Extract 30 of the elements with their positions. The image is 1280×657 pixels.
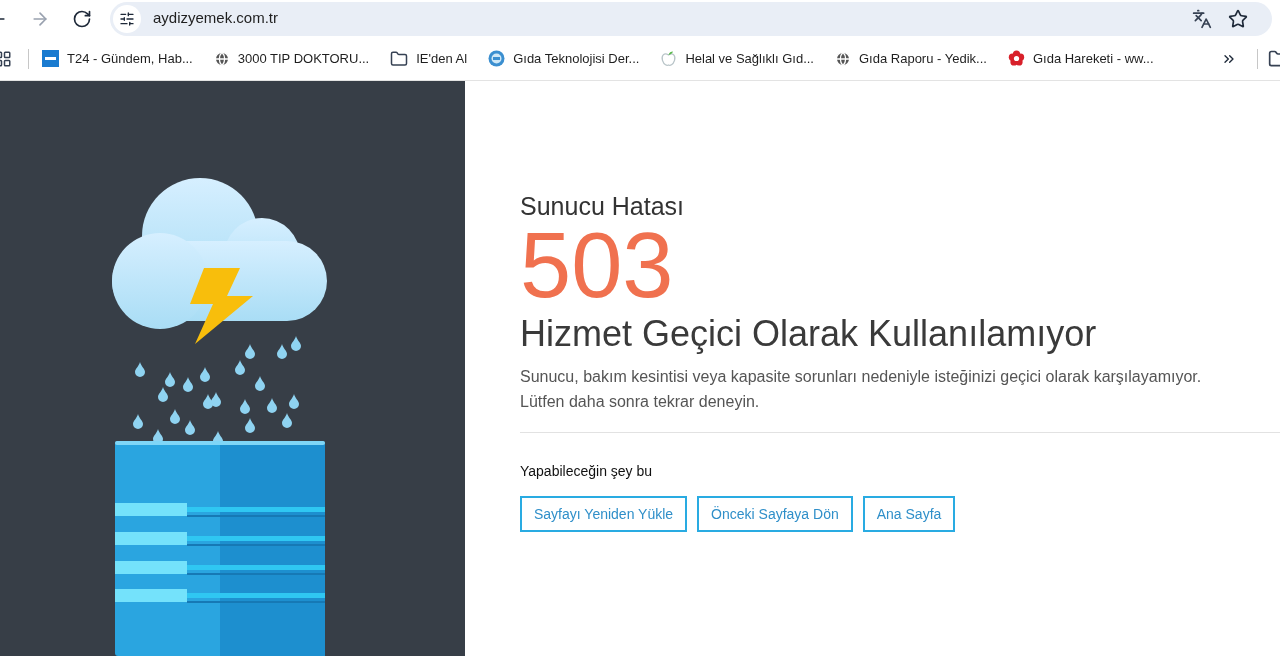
translate-icon[interactable]	[1192, 8, 1212, 29]
bookmark-item[interactable]: Gıda Raporu - Yedik...	[835, 48, 987, 69]
globe-icon	[835, 50, 851, 67]
error-code: 503	[520, 219, 674, 311]
apple-outline-icon	[660, 50, 678, 67]
flower-icon	[1007, 50, 1025, 67]
error-hint: Lütfen daha sonra tekrar deneyin.	[520, 392, 761, 412]
action-button[interactable]: Ana Sayfa	[862, 496, 956, 532]
bookmark-item[interactable]: IE'den Al	[390, 48, 468, 69]
action-button[interactable]: Sayfayı Yeniden Yükle	[520, 496, 688, 532]
action-button[interactable]: Önceki Sayfaya Dön	[697, 496, 853, 532]
address-bar[interactable]: aydizyemek.com.tr	[110, 1, 1272, 36]
bookmark-item[interactable]: Gıda Teknolojisi Der...	[488, 48, 640, 69]
reload-icon[interactable]	[72, 8, 92, 29]
round-badge-icon	[488, 50, 506, 67]
actions-label: Yapabileceğin şey bu	[520, 462, 654, 481]
bookmark-item[interactable]: Helal ve Sağlıklı Gıd...	[660, 48, 814, 69]
apps-grid-icon[interactable]	[0, 49, 12, 68]
globe-icon	[213, 50, 230, 67]
bookmark-item[interactable]: T24 - Gündem, Hab...	[42, 48, 193, 69]
error-title: Hizmet Geçici Olarak Kullanılamıyor	[520, 312, 1098, 356]
t24-logo-icon	[42, 50, 59, 67]
bookmark-item[interactable]: 3000 TIP DOKTORU...	[213, 48, 370, 69]
url-text: aydizyemek.com.tr	[153, 8, 279, 29]
bookmark-item[interactable]: Gıda Hareketi - ww...	[1007, 48, 1154, 69]
site-settings-icon[interactable]	[113, 4, 141, 33]
folder-icon	[390, 49, 409, 68]
error-kicker: Sunucu Hatası	[520, 191, 685, 221]
error-message: Sunucu, bakım kesintisi veya kapasite sorunları nedeniyle isteğinizi geçici olarak karşılayamıyor.	[520, 367, 1203, 387]
bookmark-star-icon[interactable]	[1228, 8, 1248, 29]
